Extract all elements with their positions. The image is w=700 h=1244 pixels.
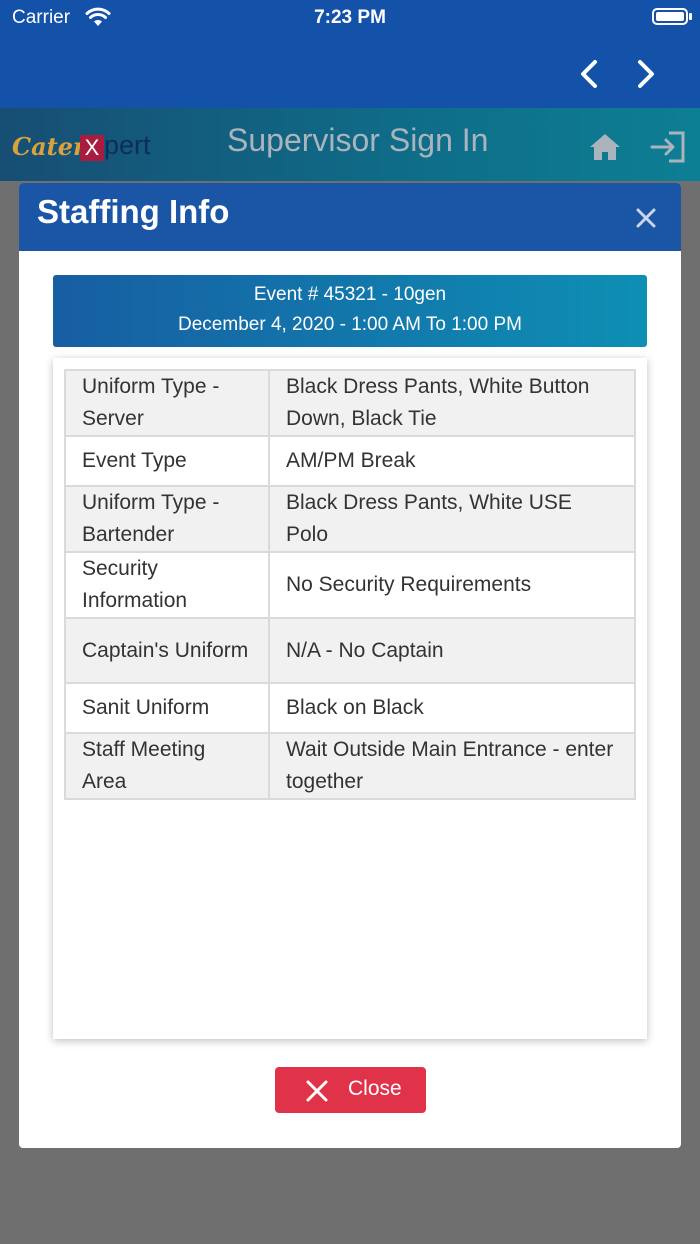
row-value: Wait Outside Main Entrance - enter toget… (268, 732, 636, 800)
row-value: Black Dress Pants, White Button Down, Bl… (268, 369, 636, 437)
row-label: Security Information (64, 551, 270, 619)
table-row: Uniform Type - Bartender Black Dress Pan… (64, 485, 636, 553)
table-row: Security Information No Security Require… (64, 551, 636, 619)
event-banner: Event # 45321 - 10gen December 4, 2020 -… (53, 275, 647, 347)
row-label: Captain's Uniform (64, 617, 270, 684)
status-time: 7:23 PM (314, 7, 386, 28)
page-title: Supervisor Sign In (227, 122, 489, 158)
event-date-text: December 4, 2020 - 1:00 AM To 1:00 PM (178, 314, 522, 335)
table-row: Uniform Type - Server Black Dress Pants,… (64, 369, 636, 437)
logo-cater-text: Cater (12, 132, 86, 161)
staffing-info-table: Uniform Type - Server Black Dress Pants,… (64, 369, 636, 800)
chevron-right-icon[interactable] (625, 54, 665, 94)
close-icon (306, 1080, 328, 1102)
close-icon[interactable] (635, 207, 657, 229)
row-value: N/A - No Captain (268, 617, 636, 684)
modal-header: Staffing Info (19, 183, 681, 251)
row-label: Staff Meeting Area (64, 732, 270, 800)
nav-bar (0, 40, 700, 108)
staffing-info-modal: Staffing Info Event # 45321 - 10gen Dece… (19, 183, 681, 1148)
logo-pert-text: pert (104, 130, 151, 160)
row-label: Uniform Type - Server (64, 369, 270, 437)
row-value: Black on Black (268, 682, 636, 734)
row-value: Black Dress Pants, White USE Polo (268, 485, 636, 553)
status-bar: Carrier 7:23 PM (0, 0, 700, 40)
row-label: Event Type (64, 435, 270, 487)
table-row: Staff Meeting Area Wait Outside Main Ent… (64, 732, 636, 800)
sign-in-icon[interactable] (649, 130, 687, 164)
row-value: No Security Requirements (268, 551, 636, 619)
staffing-info-card: Uniform Type - Server Black Dress Pants,… (53, 358, 647, 1039)
logo-x-mark: X (80, 135, 104, 161)
modal-title: Staffing Info (37, 193, 230, 230)
caterxpert-logo: Cater X pert (12, 128, 172, 168)
row-label: Sanit Uniform (64, 682, 270, 734)
home-icon[interactable] (588, 132, 622, 162)
row-label: Uniform Type - Bartender (64, 485, 270, 553)
battery-icon (652, 8, 688, 25)
chevron-left-icon[interactable] (570, 54, 610, 94)
close-button-label: Close (348, 1077, 402, 1100)
close-button[interactable]: Close (275, 1067, 426, 1113)
table-row: Sanit Uniform Black on Black (64, 682, 636, 734)
table-row: Captain's Uniform N/A - No Captain (64, 617, 636, 684)
event-number-text: Event # 45321 - 10gen (253, 284, 447, 305)
row-value: AM/PM Break (268, 435, 636, 487)
table-row: Event Type AM/PM Break (64, 435, 636, 487)
app-header: Cater X pert Supervisor Sign In (0, 108, 700, 181)
